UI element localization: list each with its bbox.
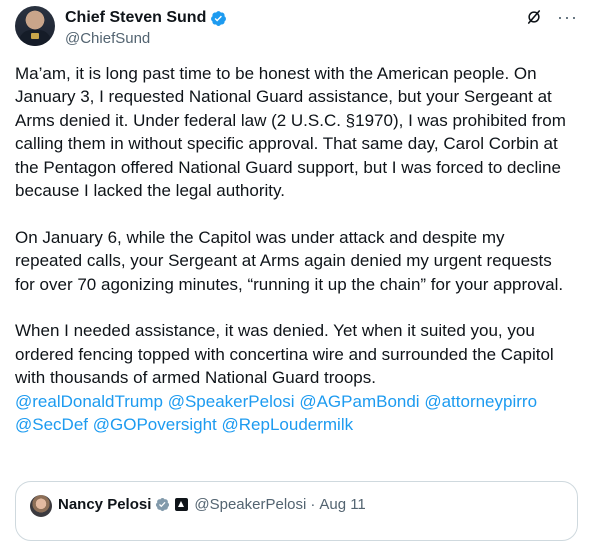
quoted-author-row: Nancy Pelosi @SpeakerPelosi · Aug 11 [58, 496, 366, 513]
quoted-author-avatar [30, 495, 52, 517]
quoted-separator: · [310, 496, 316, 513]
mention-link[interactable]: @attorneypirro [424, 392, 537, 411]
post-paragraph: When I needed assistance, it was denied.… [15, 321, 554, 388]
more-icon[interactable]: ··· [557, 8, 578, 26]
avatar-badge [31, 33, 39, 39]
post-header: Chief Steven Sund @ChiefSund ··· [15, 6, 580, 54]
quoted-post[interactable]: Nancy Pelosi @SpeakerPelosi · Aug 11 [15, 481, 578, 541]
grok-icon[interactable] [525, 8, 543, 26]
mention-link[interactable]: @AGPamBondi [299, 392, 419, 411]
post-mentions: @realDonaldTrump @SpeakerPelosi @AGPamBo… [15, 390, 575, 437]
government-affiliation-icon [175, 498, 189, 511]
post-paragraph: On January 6, while the Capitol was unde… [15, 227, 564, 294]
author-name-row: Chief Steven Sund [65, 9, 227, 27]
verified-badge-gray-icon [156, 497, 170, 512]
mention-link[interactable]: @GOPoversight [93, 415, 217, 434]
post-paragraph: Ma’am, it is long past time to be honest… [15, 64, 566, 201]
quoted-handle: @SpeakerPelosi [194, 496, 307, 513]
author-display-name[interactable]: Chief Steven Sund [65, 9, 206, 27]
post-body: Ma’am, it is long past time to be honest… [15, 62, 575, 436]
author-handle[interactable]: @ChiefSund [65, 30, 150, 47]
author-avatar[interactable] [15, 6, 55, 46]
post-actions: ··· [525, 8, 578, 26]
quoted-display-name: Nancy Pelosi [58, 496, 152, 513]
verified-badge-icon [211, 10, 227, 26]
mention-link[interactable]: @RepLoudermilk [222, 415, 354, 434]
mention-link[interactable]: @SecDef [15, 415, 88, 434]
mention-link[interactable]: @realDonaldTrump [15, 392, 163, 411]
quoted-timestamp[interactable]: Aug 11 [319, 496, 365, 513]
mention-link[interactable]: @SpeakerPelosi [168, 392, 295, 411]
